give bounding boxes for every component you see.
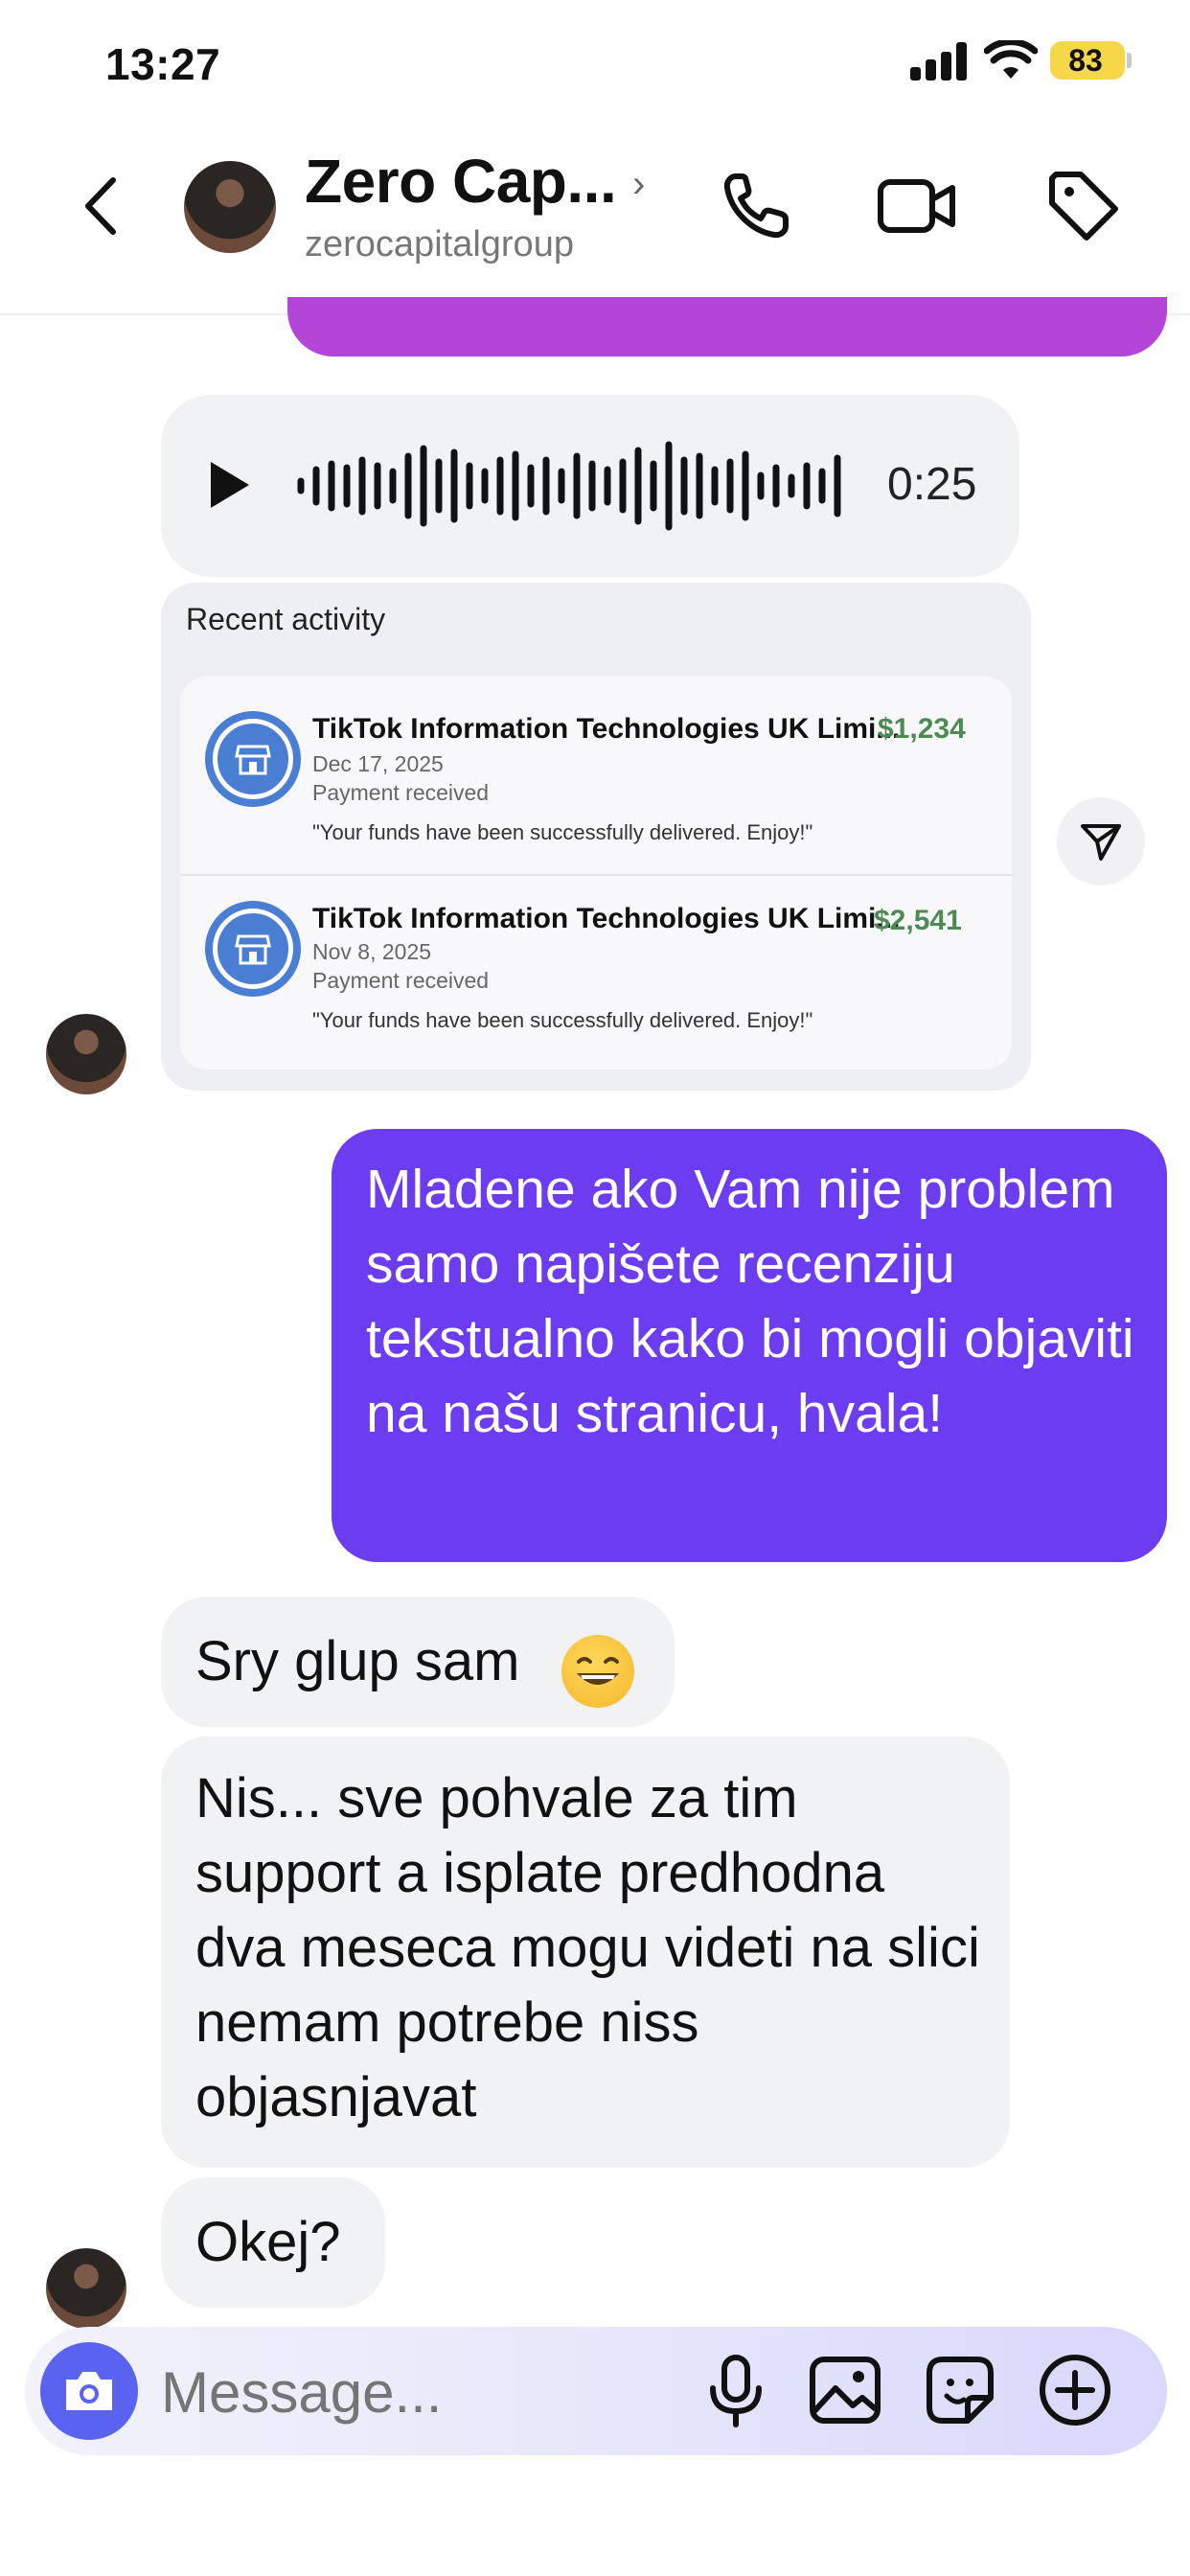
microphone-icon[interactable] [696, 2350, 776, 2430]
incoming-message-text: Okej? [195, 2211, 341, 2273]
voice-duration: 0:25 [887, 459, 977, 510]
payment-status: Payment received [312, 780, 490, 805]
status-time: 13:27 [105, 39, 221, 89]
incoming-message-text: Nis... sve pohvale za tim support a ispl… [195, 1767, 980, 2128]
payment-amount: $2,541 [874, 905, 962, 936]
phone-icon[interactable] [715, 165, 797, 247]
battery-level: 83 [1068, 43, 1103, 78]
share-button[interactable] [1057, 797, 1145, 886]
outgoing-message-text: Mladene ako Vam nije problem samo napiše… [366, 1159, 1134, 1444]
camera-icon [66, 2372, 112, 2410]
tag-icon[interactable] [1042, 165, 1125, 247]
video-camera-icon[interactable] [876, 165, 958, 247]
incoming-message-text: Sry glup sam [195, 1630, 520, 1692]
payment-note: "Your funds have been successfully deliv… [312, 1008, 813, 1032]
image-icon[interactable] [805, 2350, 885, 2430]
grinning-emoji-icon [561, 1635, 634, 1708]
row-divider [180, 874, 1012, 876]
camera-button[interactable] [40, 2342, 138, 2440]
outgoing-message-partial[interactable] [287, 297, 1167, 356]
payment-date: Nov 8, 2025 [312, 939, 432, 964]
contact-avatar[interactable] [184, 161, 276, 253]
storefront-glyph [235, 745, 271, 775]
store-icon [205, 901, 301, 997]
contact-name[interactable]: Zero Cap... [305, 146, 617, 217]
send-arrow-icon [1081, 824, 1121, 861]
store-icon [205, 711, 301, 807]
contact-username[interactable]: zerocapitalgroup [305, 224, 574, 265]
merchant-name: TikTok Information Technologies UK Limi.… [312, 713, 901, 745]
payment-note: "Your funds have been successfully deliv… [312, 820, 813, 844]
message-input[interactable] [161, 2359, 659, 2426]
sender-avatar[interactable] [46, 2248, 126, 2329]
sticker-icon[interactable] [920, 2350, 1000, 2430]
cellular-signal-icon [910, 42, 970, 80]
card-title: Recent activity [186, 602, 386, 636]
play-icon[interactable] [211, 462, 249, 508]
waveform[interactable] [295, 422, 860, 550]
back-chevron-icon[interactable] [75, 172, 128, 240]
merchant-name: TikTok Information Technologies UK Limi.… [312, 903, 901, 934]
wifi-icon [984, 40, 1038, 79]
storefront-glyph [235, 934, 271, 965]
sender-avatar[interactable] [46, 1014, 126, 1094]
payment-status: Payment received [312, 968, 490, 993]
chevron-right-icon[interactable]: › [632, 163, 645, 206]
payment-date: Dec 17, 2025 [312, 751, 444, 776]
battery-tip [1127, 53, 1132, 68]
payment-amount: $1,234 [878, 713, 966, 745]
plus-icon[interactable] [1035, 2350, 1115, 2430]
